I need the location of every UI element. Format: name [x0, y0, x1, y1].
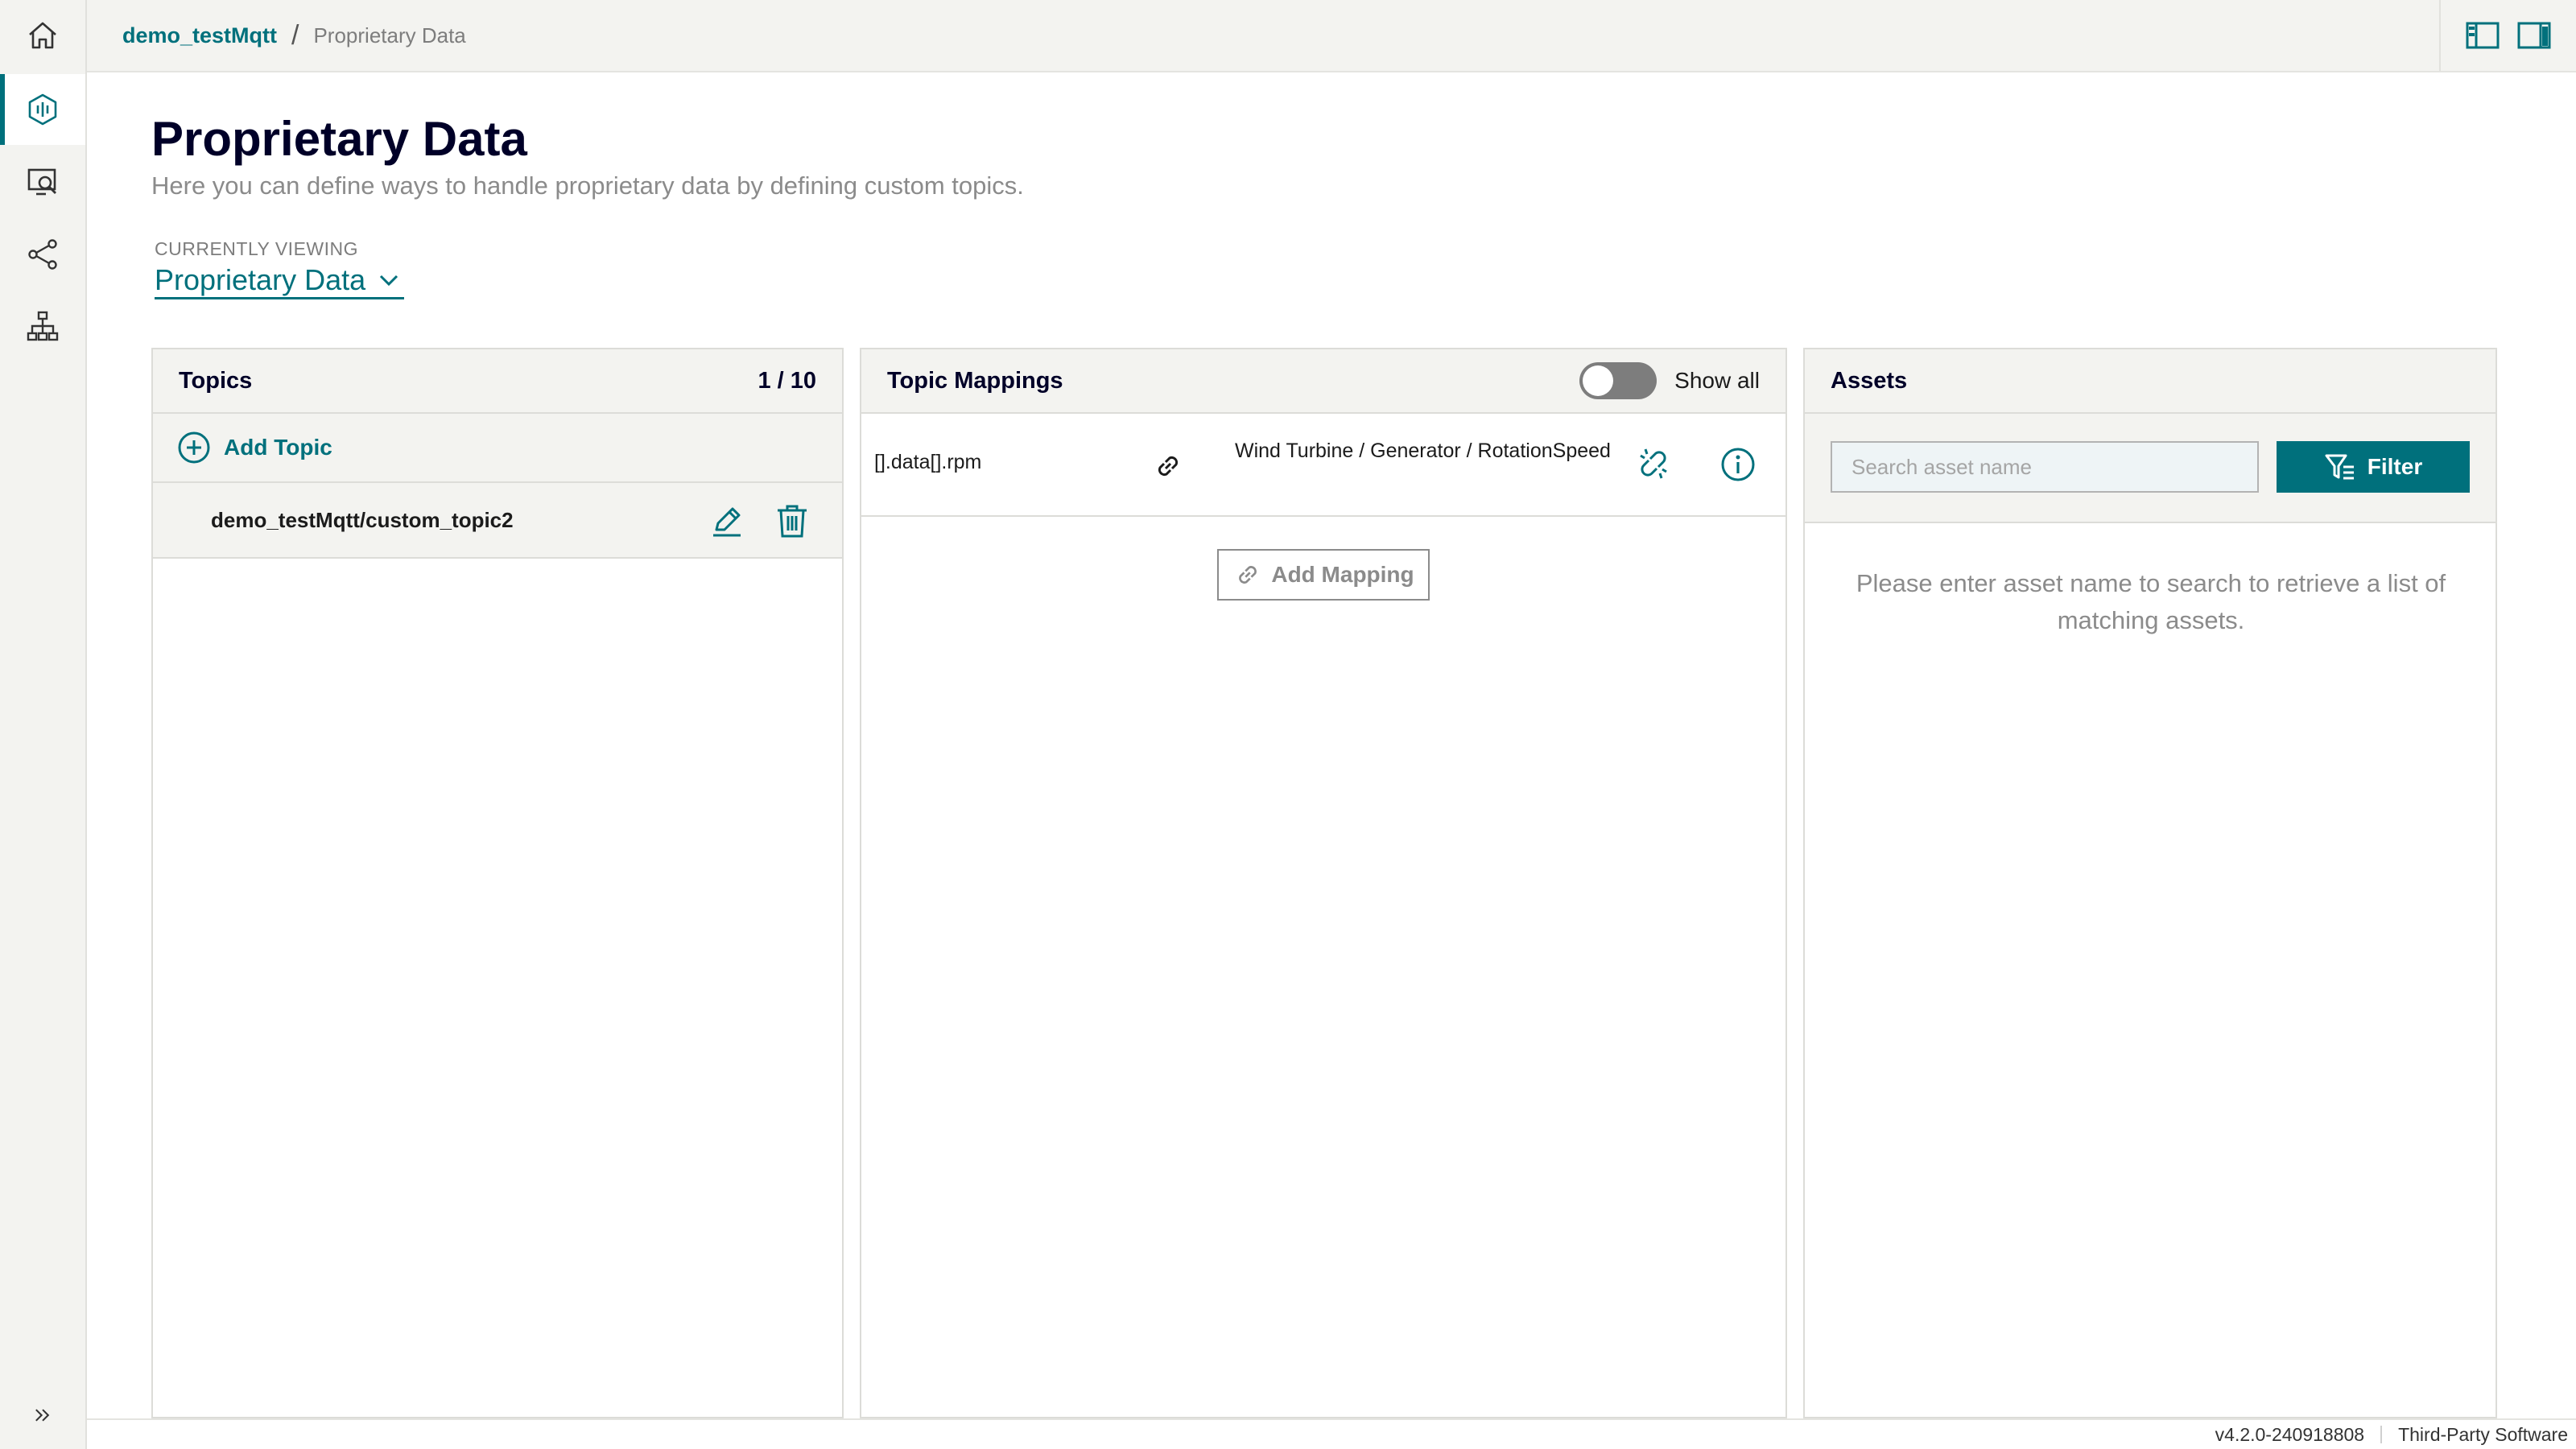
link-icon [1158, 456, 1179, 477]
assets-search-bar: Filter [1805, 414, 2496, 523]
breadcrumb-separator: / [291, 19, 299, 51]
topics-title: Topics [179, 367, 253, 394]
mapping-target: Wind Turbine / Generator / RotationSpeed [1235, 440, 1611, 462]
nav-hierarchy[interactable] [0, 291, 85, 362]
hierarchy-icon [27, 311, 59, 341]
nav-connections[interactable] [0, 219, 85, 290]
topics-panel: Topics 1 / 10 Add Topic demo_testMqtt/cu… [151, 348, 844, 1418]
share-nodes-icon [28, 239, 57, 270]
nav-home[interactable] [0, 0, 85, 71]
topic-mappings-title: Topic Mappings [887, 367, 1063, 394]
topic-mappings-header: Topic Mappings Show all [861, 349, 1785, 414]
top-bar: demo_testMqtt / Proprietary Data [87, 0, 2576, 72]
nav-proprietary-data[interactable] [0, 74, 85, 145]
data-flow-icon [28, 93, 57, 126]
assets-title: Assets [1831, 367, 1908, 394]
page-title: Proprietary Data [151, 112, 527, 166]
chevron-down-icon [380, 275, 398, 286]
breadcrumb-parent-link[interactable]: demo_testMqtt [122, 23, 277, 48]
currently-viewing-value: Proprietary Data [155, 262, 366, 296]
toggle-knob [1583, 365, 1614, 396]
currently-viewing-dropdown[interactable]: Proprietary Data [155, 262, 405, 299]
mapping-source: [].data[].rpm [874, 451, 982, 473]
add-mapping-button[interactable]: Add Mapping [1217, 549, 1430, 601]
topics-count: 1 / 10 [758, 367, 816, 394]
page-subtitle: Here you can define ways to handle propr… [151, 171, 1024, 200]
unlink-icon[interactable] [1634, 444, 1673, 483]
side-navigation [0, 0, 87, 1449]
nav-expand-button[interactable] [0, 1383, 85, 1447]
footer: v4.2.0-240918808 Third-Party Software [87, 1418, 2576, 1449]
left-panel-icon[interactable] [2465, 19, 2500, 52]
link-icon [1239, 566, 1257, 584]
home-icon [29, 22, 56, 49]
right-panel-icon[interactable] [2516, 19, 2552, 52]
currently-viewing-label: CURRENTLY VIEWING [155, 238, 359, 259]
topic-list-item[interactable]: demo_testMqtt/custom_topic2 [153, 483, 842, 559]
assets-empty-message: Please enter asset name to search to ret… [1856, 569, 2446, 634]
plus-circle-icon [178, 431, 210, 464]
filter-label: Filter [2367, 454, 2423, 479]
trash-icon[interactable] [774, 502, 810, 539]
show-all-label: Show all [1674, 368, 1760, 393]
add-topic-button[interactable]: Add Topic [153, 414, 842, 483]
mapping-row: [].data[].rpm Wind Turbine / Generator /… [861, 414, 1785, 517]
topics-header: Topics 1 / 10 [153, 349, 842, 414]
breadcrumb-current: Proprietary Data [313, 23, 466, 47]
breadcrumb: demo_testMqtt / Proprietary Data [87, 20, 466, 52]
filter-button[interactable]: Filter [2277, 441, 2470, 493]
asset-search-input[interactable] [1831, 441, 2259, 493]
monitor-search-icon [27, 168, 56, 196]
topic-mappings-panel: Topic Mappings Show all [].data[].rpm Wi… [860, 348, 1787, 1418]
third-party-link[interactable]: Third-Party Software [2398, 1424, 2568, 1446]
info-icon[interactable] [1719, 446, 1757, 483]
filter-icon [2325, 454, 2354, 480]
footer-divider [2380, 1426, 2383, 1443]
show-all-toggle[interactable] [1579, 362, 1657, 399]
add-topic-label: Add Topic [224, 435, 332, 460]
double-chevron-right-icon [35, 1409, 50, 1422]
version-text: v4.2.0-240918808 [2215, 1423, 2365, 1445]
assets-panel: Assets Filter Please enter asset name to… [1803, 348, 2497, 1418]
assets-header: Assets [1805, 349, 2496, 414]
edit-pencil-icon[interactable] [708, 502, 745, 539]
add-mapping-label: Add Mapping [1271, 562, 1414, 587]
nav-monitor[interactable] [0, 147, 85, 217]
panel-toggles [2439, 0, 2576, 71]
topic-name: demo_testMqtt/custom_topic2 [211, 507, 514, 532]
